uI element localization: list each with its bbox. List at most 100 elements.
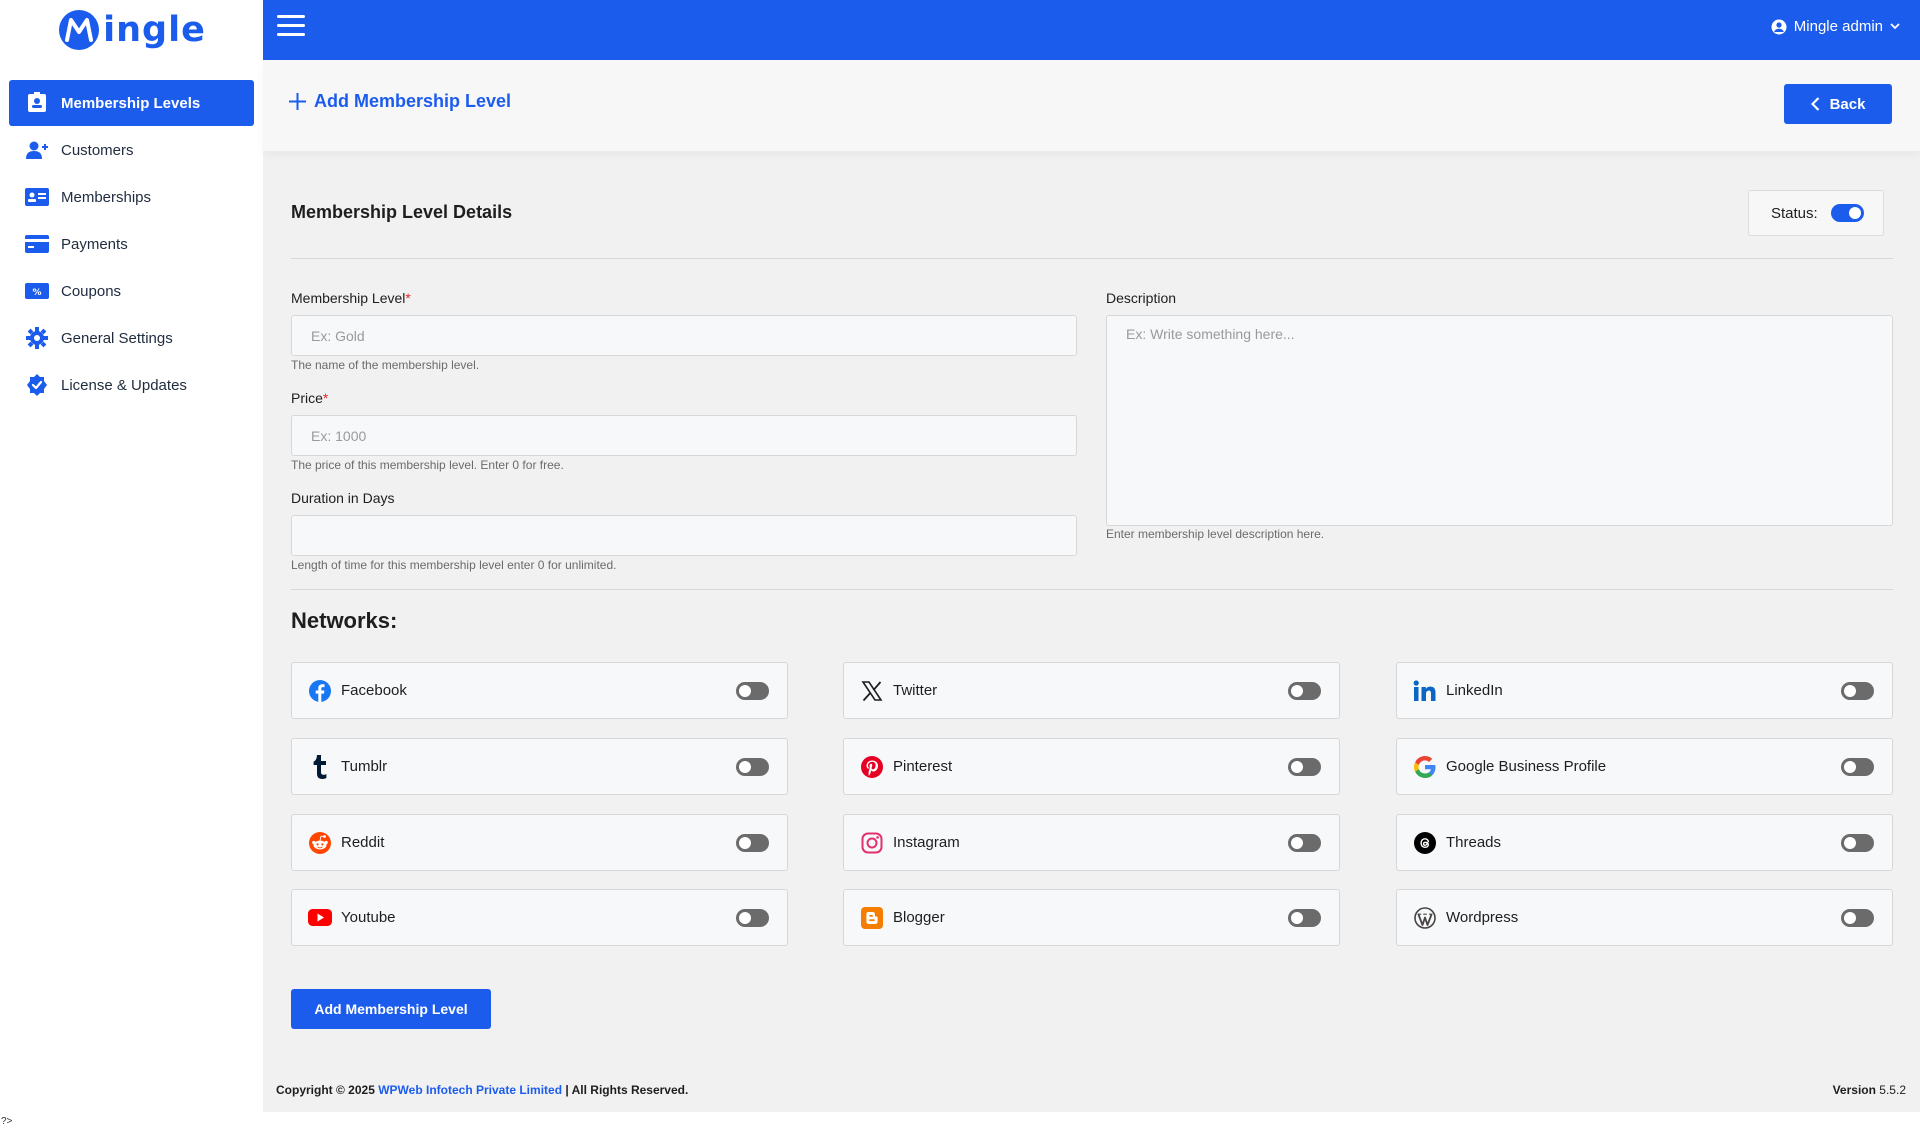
section-title: Membership Level Details [291,202,513,222]
network-card-google-business-profile: Google Business Profile [1396,738,1893,795]
pinterest-toggle[interactable] [1288,758,1321,776]
page-title: Add Membership Level [289,91,511,112]
price-label: Price* [291,390,329,406]
description-textarea[interactable] [1106,315,1893,526]
divider [291,589,1893,590]
networks-title: Networks: [291,608,398,633]
network-card-blogger: Blogger [843,889,1340,946]
company-link[interactable]: WPWeb Infotech Private Limited [378,1083,562,1097]
logo-text: ingle [103,10,206,50]
instagram-icon [860,831,884,855]
coupon-icon: % [25,279,49,303]
membership-level-input[interactable] [291,315,1077,356]
sidebar-item-membership-levels[interactable]: Membership Levels [9,80,254,126]
network-card-pinterest: Pinterest [843,738,1340,795]
wordpress-toggle[interactable] [1841,909,1874,927]
network-name: Wordpress [1446,909,1519,926]
network-name: Threads [1446,834,1502,851]
sidebar-item-general-settings[interactable]: General Settings [9,315,254,361]
duration-label: Duration in Days [291,490,395,506]
threads-toggle[interactable] [1841,834,1874,852]
network-name: Pinterest [893,758,953,775]
sidebar: ingle Membership Levels Customers Member… [0,0,263,1132]
sidebar-item-label: Memberships [61,188,152,206]
description-label: Description [1106,290,1177,306]
back-button-label: Back [1829,95,1866,113]
sidebar-item-payments[interactable]: Payments [9,221,254,267]
status-toggle[interactable] [1830,204,1864,222]
copyright: Copyright © 2025 WPWeb Infotech Private … [276,1083,688,1097]
price-help: The price of this membership level. Ente… [291,458,564,472]
svg-text:%: % [32,288,41,298]
sidebar-item-customers[interactable]: Customers [9,127,254,173]
network-name: Blogger [893,909,945,926]
membership-level-help: The name of the membership level. [291,358,480,372]
tumblr-icon [308,754,332,779]
version-label: Version [1832,1083,1876,1097]
network-card-threads: Threads [1396,814,1893,871]
blogger-icon [860,906,884,930]
sidebar-item-license-updates[interactable]: License & Updates [9,362,254,408]
id-badge-icon [25,91,49,115]
tumblr-toggle[interactable] [736,758,769,776]
youtube-icon [308,906,332,930]
sidebar-item-coupons[interactable]: % Coupons [9,268,254,314]
twitter-toggle[interactable] [1288,682,1321,700]
blogger-toggle[interactable] [1288,909,1321,927]
network-card-wordpress: Wordpress [1396,889,1893,946]
divider [291,258,1893,259]
bottom-strip [263,1112,1920,1132]
linkedin-toggle[interactable] [1841,682,1874,700]
network-name: Twitter [893,682,938,699]
network-card-youtube: Youtube [291,889,788,946]
hamburger-menu-icon[interactable] [277,15,305,39]
network-name: Reddit [341,834,385,851]
mingle-logo-icon [59,10,100,50]
network-card-tumblr: Tumblr [291,738,788,795]
back-button[interactable]: Back [1784,84,1892,124]
threads-icon [1413,831,1437,855]
sidebar-item-label: Payments [61,235,128,253]
credit-card-icon [25,232,49,256]
user-menu[interactable]: Mingle admin [1771,18,1900,35]
gear-icon [25,326,49,350]
wordpress-icon [1413,906,1437,930]
sidebar-nav: Membership Levels Customers Memberships … [0,80,263,408]
network-name: Instagram [893,834,960,851]
plus-icon [289,93,306,110]
verified-badge-icon [25,373,49,397]
duration-input[interactable] [291,515,1077,556]
copyright-prefix: Copyright © 2025 [276,1083,375,1097]
pinterest-icon [860,755,884,779]
id-card-icon [25,185,49,209]
youtube-toggle[interactable] [736,909,769,927]
footer: Copyright © 2025 WPWeb Infotech Private … [263,1070,1920,1112]
version-info: Version 5.5.2 [1833,1083,1906,1097]
status-control: Status: [1748,190,1884,236]
network-card-facebook: Facebook [291,662,788,719]
network-card-reddit: Reddit [291,814,788,871]
facebook-toggle[interactable] [736,682,769,700]
network-name: Google Business Profile [1446,758,1607,775]
add-membership-level-button[interactable]: Add Membership Level [291,989,491,1029]
network-name: Youtube [341,909,396,926]
user-name: Mingle admin [1793,18,1883,35]
sidebar-item-label: Coupons [61,282,122,300]
google-icon [1413,755,1437,779]
sidebar-item-label: License & Updates [61,376,187,394]
stray-text: ?> [1,1116,13,1127]
logo[interactable]: ingle [0,0,263,60]
reddit-toggle[interactable] [736,834,769,852]
sidebar-item-label: General Settings [61,329,173,347]
topbar: Mingle admin [263,0,1920,60]
copyright-rights: | All Rights Reserved. [565,1083,689,1097]
page-header: Add Membership Level Back [263,60,1920,152]
user-circle-icon [1771,19,1787,34]
sidebar-item-memberships[interactable]: Memberships [9,174,254,220]
sidebar-item-label: Membership Levels [61,94,201,112]
instagram-toggle[interactable] [1288,834,1321,852]
x-twitter-icon [860,679,884,703]
google-business-profile-toggle[interactable] [1841,758,1874,776]
page-title-text: Add Membership Level [314,91,512,111]
price-input[interactable] [291,415,1077,456]
